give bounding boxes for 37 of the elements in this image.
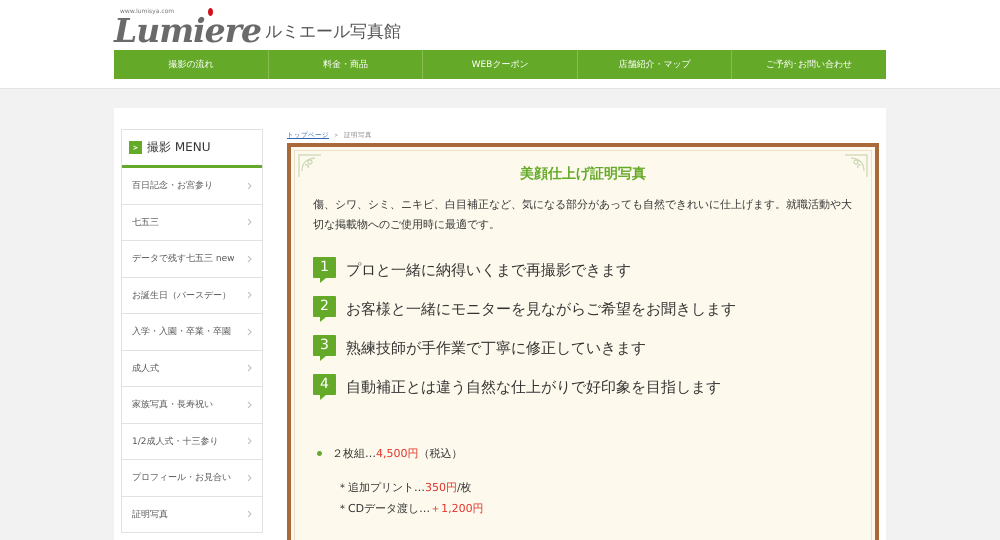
section-title: 美顔仕上げ証明写真 xyxy=(518,165,647,183)
chevron-right-icon xyxy=(247,182,252,190)
option-price-text: ＊追加プリント…350円/枚 xyxy=(337,481,472,494)
menu-item[interactable]: 入学・入園・卒業・卒園 xyxy=(122,314,262,350)
menu-item[interactable]: 七五三 xyxy=(122,204,262,241)
logo-mark-icon xyxy=(208,8,213,16)
menu-heading: 撮影 MENU xyxy=(147,139,211,156)
chevron-right-icon xyxy=(247,474,252,482)
chevron-right-icon xyxy=(247,254,252,263)
step-text: プロと一緒に納得いくまで再撮影できます xyxy=(346,260,631,280)
menu-item[interactable]: 成人式 xyxy=(122,350,262,387)
step-text: 自動補正とは違う自然な仕上がりで好印象を目指します xyxy=(346,378,721,396)
menu-item[interactable]: 証明写真 xyxy=(122,496,262,533)
logo-wordmark[interactable]: Lumiere xyxy=(114,15,262,47)
menu-item[interactable]: お誕生日（バースデー） xyxy=(122,278,262,314)
logo-name: ルミエール写真館 xyxy=(265,21,402,43)
price-text: ２枚組…4,500円（税込） xyxy=(332,446,462,461)
step-text: お客様と一緒にモニターを見ながらご希望をお聞きします xyxy=(346,300,736,318)
chevron-right-icon xyxy=(247,218,252,226)
menu-item[interactable]: プロフィール・お見合い xyxy=(122,460,262,496)
chevron-right-icon xyxy=(247,291,252,300)
intro-paragraph: 傷、シワ、シミ、ニキビ、白目補正など、気になる部分があっても自然できれいに仕上げます。就職活動や大切な掲載物へのご使用時に最適です。 xyxy=(313,197,853,233)
chevron-right-icon xyxy=(247,510,252,518)
chevron-right-icon xyxy=(247,328,252,336)
menu-heading-icon: ＞ xyxy=(129,141,142,154)
menu-item[interactable]: 1/2成人式・十三参り xyxy=(122,424,262,460)
menu-item[interactable]: データで残す七五三 new xyxy=(122,241,262,278)
option-price-text: ＊CDデータ渡し…＋1,200円 xyxy=(337,502,484,515)
menu-item[interactable]: 百日記念・お宮参り xyxy=(122,168,262,204)
chevron-right-icon xyxy=(247,400,252,409)
bullet-icon xyxy=(317,451,322,456)
chevron-right-icon xyxy=(247,437,252,446)
corner-ornament-icon xyxy=(297,153,323,179)
menu-item[interactable]: 家族写真・長寿祝い xyxy=(122,387,262,424)
corner-ornament-icon xyxy=(843,153,869,179)
step-text: 熟練技師が手作業で丁寧に修正していきます xyxy=(346,338,646,358)
chevron-right-icon xyxy=(247,364,252,372)
